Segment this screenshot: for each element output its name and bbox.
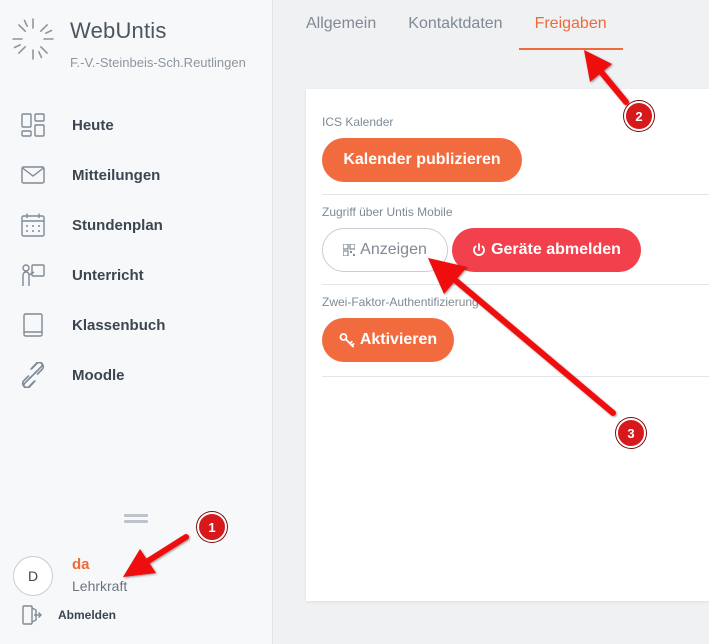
show-qr-label: Anzeigen	[360, 241, 427, 258]
mobile-section-label: Zugriff über Untis Mobile	[322, 205, 453, 219]
profile-tabs: Allgemein Kontaktdaten Freigaben	[290, 0, 623, 50]
avatar: D	[13, 556, 53, 596]
sidebar-item-label: Mitteilungen	[72, 166, 161, 184]
activate-2fa-button[interactable]: Aktivieren	[322, 318, 454, 362]
webuntis-logo-icon	[12, 18, 54, 60]
key-icon	[339, 333, 355, 348]
app-title: WebUntis	[70, 18, 167, 43]
sidebar: WebUntis F.-V.-Steinbeis-Sch.Reutlingen …	[0, 0, 273, 644]
logout-devices-label: Geräte abmelden	[491, 241, 621, 258]
mobile-section: Zugriff über Untis Mobile	[322, 205, 709, 219]
tab-allgemein[interactable]: Allgemein	[290, 0, 392, 50]
envelope-icon	[20, 162, 46, 188]
sidebar-item-heute[interactable]: Heute	[0, 100, 272, 150]
logout-icon	[22, 605, 42, 625]
sidebar-item-label: Klassenbuch	[72, 316, 166, 334]
logout-label: Abmelden	[58, 608, 117, 622]
teacher-board-icon	[20, 262, 46, 288]
brand: WebUntis F.-V.-Steinbeis-Sch.Reutlingen	[10, 16, 246, 70]
sidebar-item-unterricht[interactable]: Unterricht	[0, 250, 272, 300]
logout-button[interactable]: Abmelden	[20, 604, 116, 626]
book-icon	[20, 312, 46, 338]
tab-freigaben[interactable]: Freigaben	[518, 0, 623, 50]
sidebar-item-label: Moodle	[72, 366, 125, 384]
divider	[322, 284, 709, 285]
sidebar-item-label: Stundenplan	[72, 216, 163, 234]
user-role: Lehrkraft	[72, 578, 128, 594]
link-icon	[20, 362, 46, 388]
twofa-section: Zwei-Faktor-Authentifizierung	[322, 295, 709, 309]
sidebar-item-moodle[interactable]: Moodle	[0, 350, 272, 400]
dashboard-icon	[20, 112, 46, 138]
sidebar-item-label: Unterricht	[72, 266, 144, 284]
freigaben-card: ICS Kalender Kalender publizieren Zugrif…	[306, 89, 709, 601]
user-profile[interactable]: D da Lehrkraft	[13, 556, 127, 596]
publish-calendar-button[interactable]: Kalender publizieren	[322, 138, 522, 182]
sidebar-item-klassenbuch[interactable]: Klassenbuch	[0, 300, 272, 350]
sidebar-nav: Heute Mitteilungen Stundenplan Unterrich…	[0, 100, 272, 400]
sidebar-item-label: Heute	[72, 116, 114, 134]
divider	[322, 194, 709, 195]
sidebar-item-stundenplan[interactable]: Stundenplan	[0, 200, 272, 250]
activate-2fa-label: Aktivieren	[359, 331, 438, 348]
power-icon	[473, 243, 485, 256]
sidebar-item-mitteilungen[interactable]: Mitteilungen	[0, 150, 272, 200]
show-qr-button[interactable]: Anzeigen	[322, 228, 448, 272]
school-name: F.-V.-Steinbeis-Sch.Reutlingen	[70, 55, 246, 70]
logout-devices-button[interactable]: Geräte abmelden	[452, 228, 641, 272]
annotation-marker-3: 3	[616, 418, 646, 448]
annotation-marker-2: 2	[624, 101, 654, 131]
sidebar-resize-handle[interactable]	[124, 514, 148, 524]
calendar-icon	[20, 212, 46, 238]
tab-kontaktdaten[interactable]: Kontaktdaten	[392, 0, 518, 50]
divider	[322, 376, 709, 377]
user-name: da	[72, 556, 90, 573]
twofa-section-label: Zwei-Faktor-Authentifizierung	[322, 295, 479, 309]
annotation-marker-1: 1	[197, 512, 227, 542]
qr-code-icon	[343, 244, 356, 256]
